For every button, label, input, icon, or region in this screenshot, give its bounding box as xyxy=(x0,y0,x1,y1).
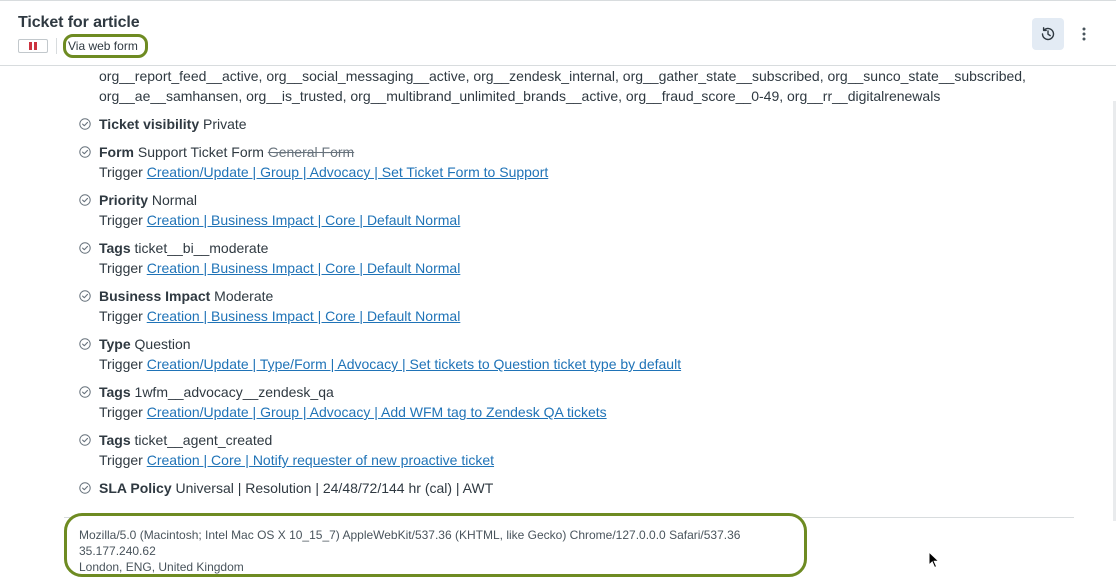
more-options-button[interactable] xyxy=(1072,18,1096,50)
request-metadata: Mozilla/5.0 (Macintosh; Intel Mac OS X 1… xyxy=(64,513,807,577)
event-field-label: Tags xyxy=(99,432,131,448)
ip-address-text: 35.177.240.62 xyxy=(79,544,156,558)
event-field-value: Support Ticket Form xyxy=(137,144,264,160)
trigger-link[interactable]: Creation | Business Impact | Core | Defa… xyxy=(147,308,461,324)
ticket-events-page: Ticket for article Via web form org__rep… xyxy=(0,0,1116,578)
trigger-prefix: Trigger xyxy=(99,308,143,324)
trigger-prefix: Trigger xyxy=(99,260,143,276)
org-tags-text: org__report_feed__active, org__social_me… xyxy=(99,68,1026,104)
check-circle-icon xyxy=(79,194,91,206)
trigger-prefix: Trigger xyxy=(99,452,143,468)
check-circle-icon xyxy=(79,386,91,398)
trigger-link[interactable]: Creation/Update | Group | Advocacy | Set… xyxy=(147,164,549,180)
location-text: London, ENG, United Kingdom xyxy=(79,560,244,574)
more-vertical-icon xyxy=(1082,27,1086,41)
check-circle-icon xyxy=(79,482,91,494)
trigger-prefix: Trigger xyxy=(99,164,143,180)
trigger-prefix: Trigger xyxy=(99,212,143,228)
trigger-link[interactable]: Creation | Business Impact | Core | Defa… xyxy=(147,260,461,276)
trigger-link[interactable]: Creation | Business Impact | Core | Defa… xyxy=(147,212,461,228)
check-circle-icon xyxy=(79,338,91,350)
event-field-value: ticket__agent_created xyxy=(134,432,273,448)
trigger-link[interactable]: Creation | Core | Notify requester of ne… xyxy=(147,452,494,468)
event-field-label: SLA Policy xyxy=(99,480,172,496)
history-icon xyxy=(1041,27,1055,41)
event-field-value: Normal xyxy=(151,192,198,208)
check-circle-icon xyxy=(79,118,91,130)
event-field-value: 1wfm__advocacy__zendesk_qa xyxy=(134,384,334,400)
event-field-label: Business Impact xyxy=(99,288,211,304)
check-circle-icon xyxy=(79,290,91,302)
event-field-value: ticket__bi__moderate xyxy=(134,240,269,256)
event-previous-value: General Form xyxy=(267,144,355,160)
event-field-label: Tags xyxy=(99,384,131,400)
event-field-value: Private xyxy=(203,116,247,132)
user-agent-text: Mozilla/5.0 (Macintosh; Intel Mac OS X 1… xyxy=(79,528,741,542)
history-button[interactable] xyxy=(1032,18,1064,50)
event-field-label: Type xyxy=(99,336,131,352)
event-field-label: Form xyxy=(99,144,134,160)
ticket-events-list[interactable]: org__report_feed__active, org__social_me… xyxy=(0,67,1116,578)
trigger-link[interactable]: Creation/Update | Type/Form | Advocacy |… xyxy=(147,356,681,372)
event-field-value: Universal | Resolution | 24/48/72/144 hr… xyxy=(175,480,494,496)
status-divider xyxy=(56,38,57,54)
check-circle-icon xyxy=(79,434,91,446)
event-field-value: Moderate xyxy=(214,288,274,304)
check-circle-icon xyxy=(79,146,91,158)
trigger-prefix: Trigger xyxy=(99,404,143,420)
trigger-prefix: Trigger xyxy=(99,356,143,372)
event-field-value: Question xyxy=(134,336,191,352)
pause-icon xyxy=(18,39,48,53)
event-field-label: Tags xyxy=(99,240,131,256)
event-field-label: Ticket visibility xyxy=(99,116,200,132)
trigger-link[interactable]: Creation/Update | Group | Advocacy | Add… xyxy=(147,404,607,420)
ticket-status-row: Via web form xyxy=(18,34,148,58)
ticket-header: Ticket for article Via web form xyxy=(0,0,1116,66)
event-field-label: Priority xyxy=(99,192,149,208)
mouse-cursor-icon xyxy=(928,551,940,569)
via-channel-tag: Via web form xyxy=(63,34,148,58)
page-title: Ticket for article xyxy=(18,14,140,31)
check-circle-icon xyxy=(79,242,91,254)
